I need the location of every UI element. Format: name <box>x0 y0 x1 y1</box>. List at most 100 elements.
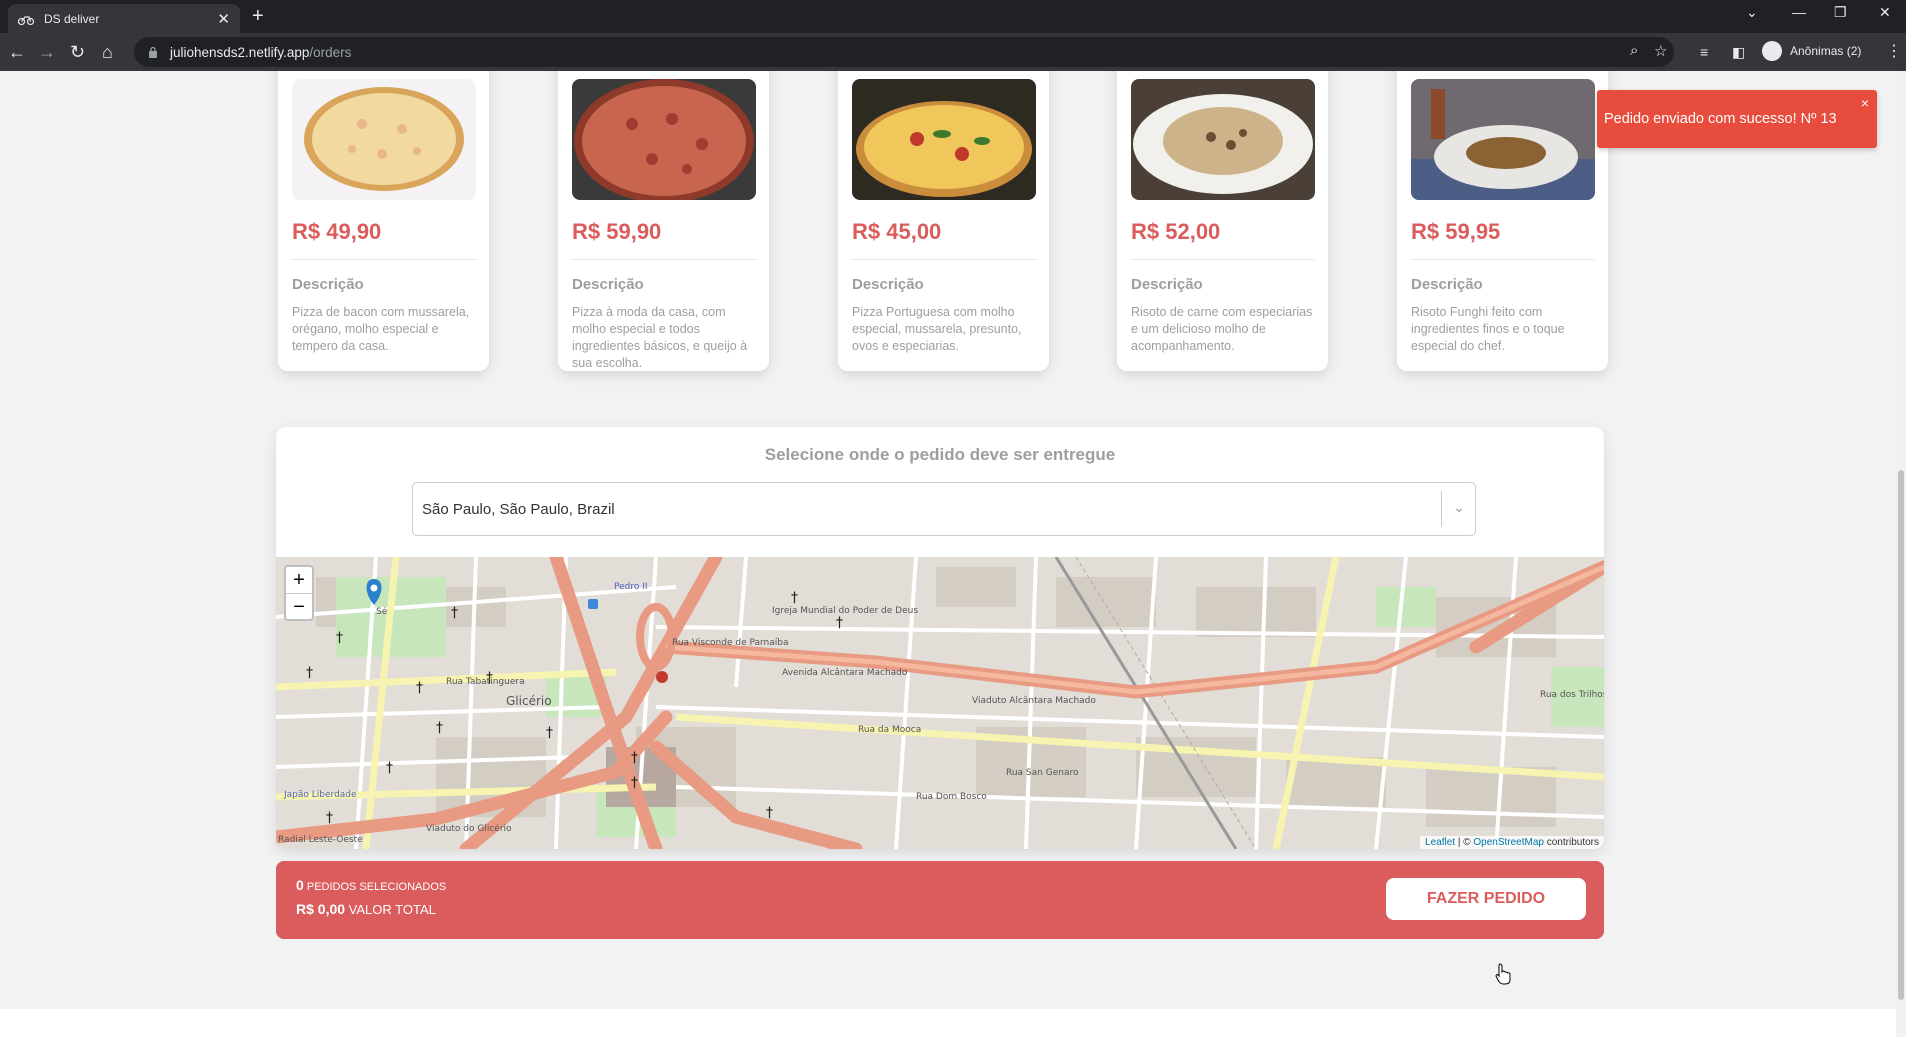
card-divider <box>572 259 756 260</box>
map-label-trilhos: Rua dos Trilhos <box>1540 690 1604 700</box>
svg-text:†: † <box>546 725 553 741</box>
close-tab-icon[interactable]: ✕ <box>217 10 230 28</box>
page-scrollbar-thumb[interactable] <box>1898 470 1904 1000</box>
chevron-down-icon[interactable]: ⌄ <box>1453 499 1465 516</box>
product-description: Pizza à moda da casa, com molho especial… <box>572 305 748 370</box>
svg-text:†: † <box>416 680 423 696</box>
url-path: /orders <box>309 44 352 60</box>
description-title: Descrição <box>1131 276 1203 293</box>
hand-cursor-icon <box>1495 963 1511 985</box>
map-label-se: Sé <box>376 606 388 617</box>
product-image <box>1131 79 1315 200</box>
select-separator <box>1441 491 1442 527</box>
forward-icon[interactable]: → <box>38 41 56 63</box>
map-zoom-control: + − <box>284 565 314 621</box>
map-label-viaduto: Viaduto Alcântara Machado <box>972 696 1096 706</box>
attrib-suffix: contributors <box>1543 837 1599 848</box>
total-value: R$ 0,00 VALOR TOTAL <box>296 901 436 917</box>
svg-text:†: † <box>386 760 393 776</box>
profile-button[interactable]: Anônimas (2) <box>1762 41 1861 61</box>
tab-title: DS deliver <box>44 11 100 26</box>
map-label-tabatinguera: Rua Tabatinguera <box>446 677 525 687</box>
zoom-out-button[interactable]: − <box>286 593 312 619</box>
product-description: Risoto Funghi feito com ingredientes fin… <box>1411 305 1565 353</box>
svg-text:†: † <box>791 590 798 606</box>
map-label-glicerio: Glicério <box>506 694 552 708</box>
svg-text:†: † <box>436 720 443 736</box>
product-price: R$ 59,95 <box>1411 219 1501 244</box>
product-image <box>292 79 476 200</box>
selected-count-value: 0 <box>296 877 304 893</box>
product-price: R$ 59,90 <box>572 219 662 244</box>
map-label-parnaiba: Rua Visconde de Parnaíba <box>672 638 789 648</box>
svg-text:†: † <box>326 810 333 826</box>
product-description: Risoto de carne com especiarias e um del… <box>1131 305 1313 353</box>
success-toast: Pedido enviado com sucesso! Nº 13 × <box>1597 90 1877 148</box>
reading-list-icon[interactable]: ≡ <box>1700 41 1708 63</box>
address-bar[interactable]: juliohensds2.netlify.app/orders ⌕ ☆ <box>134 37 1674 67</box>
home-icon[interactable]: ⌂ <box>102 41 113 63</box>
restore-icon[interactable]: ❐ <box>1834 4 1847 21</box>
product-card[interactable]: R$ 59,95 Descrição Risoto Funghi feito c… <box>1397 71 1608 371</box>
total-label: VALOR TOTAL <box>348 902 436 917</box>
motorcycle-icon <box>18 15 34 25</box>
zoom-in-button[interactable]: + <box>286 567 312 593</box>
delivery-location-panel: Selecione onde o pedido deve ser entregu… <box>276 427 1604 849</box>
card-divider <box>852 259 1036 260</box>
svg-text:†: † <box>451 605 458 621</box>
incognito-icon <box>1762 41 1782 61</box>
total-amount: R$ 0,00 <box>296 901 346 917</box>
product-price: R$ 45,00 <box>852 219 942 244</box>
leaflet-link[interactable]: Leaflet <box>1425 837 1455 848</box>
product-price: R$ 49,90 <box>292 219 382 244</box>
zoom-icon[interactable]: ⌕ <box>1630 42 1638 59</box>
product-image <box>572 79 756 200</box>
browser-tab[interactable]: DS deliver ✕ <box>8 4 240 33</box>
svg-text:†: † <box>766 805 773 821</box>
product-card[interactable]: R$ 45,00 Descrição Pizza Portuguesa com … <box>838 71 1049 371</box>
map-label-san-genaro: Rua San Genaro <box>1006 768 1079 778</box>
delivery-map[interactable]: † † † † † † † † † † † † † † Sé Rua Tabatinguera G… <box>276 557 1604 849</box>
new-tab-icon[interactable]: + <box>252 5 264 28</box>
product-card[interactable]: R$ 49,90 Descrição Pizza de bacon com mu… <box>278 71 489 371</box>
selected-count: 0 PEDIDOS SELECIONADOS <box>296 877 446 893</box>
close-icon[interactable]: × <box>1861 95 1869 111</box>
place-order-button[interactable]: FAZER PEDIDO <box>1386 878 1586 920</box>
close-window-icon[interactable]: ✕ <box>1879 4 1891 21</box>
product-card[interactable]: R$ 59,90 Descrição Pizza à moda da casa,… <box>558 71 769 371</box>
address-select[interactable]: São Paulo, São Paulo, Brazil ⌄ <box>412 482 1476 536</box>
reload-icon[interactable]: ↻ <box>70 41 85 63</box>
osm-link[interactable]: OpenStreetMap <box>1473 837 1544 848</box>
lock-icon <box>149 46 157 58</box>
product-image <box>1411 79 1595 200</box>
tab-search-icon[interactable]: ⌄ <box>1746 4 1758 21</box>
location-title: Selecione onde o pedido deve ser entregu… <box>764 445 1116 464</box>
map-label-dom-bosco: Rua Dom Bosco <box>916 792 987 802</box>
svg-text:†: † <box>336 630 343 646</box>
map-label-liberdade: Japão Liberdade <box>283 790 357 800</box>
svg-text:†: † <box>631 775 638 791</box>
product-card[interactable]: R$ 52,00 Descrição Risoto de carne com e… <box>1117 71 1328 371</box>
description-title: Descrição <box>852 276 924 293</box>
page-bottom-strip <box>0 1009 1896 1037</box>
svg-text:†: † <box>306 665 313 681</box>
card-divider <box>292 259 476 260</box>
minimize-icon[interactable]: — <box>1792 4 1806 20</box>
map-label-pedro: Pedro II <box>614 582 648 592</box>
product-description: Pizza de bacon com mussarela, orégano, m… <box>292 305 470 353</box>
bookmark-star-icon[interactable]: ☆ <box>1654 42 1667 60</box>
description-title: Descrição <box>1411 276 1483 293</box>
toast-message: Pedido enviado com sucesso! Nº 13 <box>1604 111 1837 127</box>
card-divider <box>1411 259 1595 260</box>
side-panel-icon[interactable]: ◧ <box>1732 41 1745 63</box>
selected-count-label: PEDIDOS SELECIONADOS <box>306 881 447 893</box>
back-icon[interactable]: ← <box>8 41 26 63</box>
product-price: R$ 52,00 <box>1131 219 1221 244</box>
map-label-leste-oeste: Radial Leste-Oeste <box>278 835 363 845</box>
map-label-mooca: Rua da Mooca <box>858 725 921 735</box>
map-label-viaduto-glicerio: Viaduto do Glicério <box>426 823 512 834</box>
menu-icon[interactable]: ⋮ <box>1886 41 1902 61</box>
svg-text:†: † <box>631 750 638 766</box>
product-description: Pizza Portuguesa com molho especial, mus… <box>852 305 1022 353</box>
selected-address: São Paulo, São Paulo, Brazil <box>422 500 615 518</box>
